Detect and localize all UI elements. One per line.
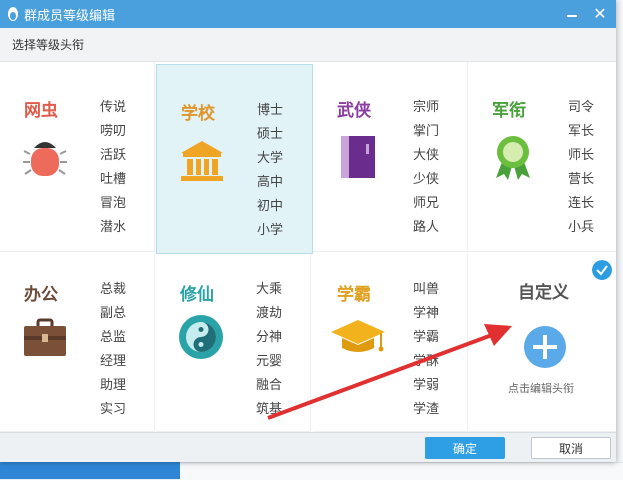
level-item: 学霸 bbox=[413, 330, 440, 345]
level-item: 高中 bbox=[257, 175, 284, 190]
title-set-card-xuexiao[interactable]: 学校 博士 硕士 大学 高中 初中 小学 bbox=[156, 64, 313, 254]
level-item: 冒泡 bbox=[100, 196, 127, 211]
level-item: 总监 bbox=[100, 330, 127, 345]
level-item: 司令 bbox=[568, 100, 595, 115]
close-button[interactable]: ✕ bbox=[588, 2, 612, 26]
window-title: 群成员等级编辑 bbox=[24, 9, 116, 24]
level-list: 叫兽 学神 学霸 学酥 学弱 学渣 bbox=[413, 278, 439, 422]
level-item: 潜水 bbox=[100, 220, 127, 235]
level-item: 师兄 bbox=[413, 196, 440, 211]
level-item: 小学 bbox=[257, 223, 284, 238]
background-blue-strip bbox=[0, 462, 180, 479]
custom-hint-text: 点击编辑头衔 bbox=[508, 382, 574, 395]
title-set-name: 修仙 bbox=[180, 285, 214, 305]
title-set-name: 军衔 bbox=[492, 101, 526, 121]
level-item: 学渣 bbox=[413, 402, 440, 417]
briefcase-icon bbox=[24, 318, 66, 356]
level-list: 传说 唠叨 活跃 吐槽 冒泡 潜水 bbox=[100, 96, 126, 240]
section-label: 选择等级头衔 bbox=[12, 38, 85, 52]
level-item: 军长 bbox=[568, 124, 595, 139]
title-bar: 群成员等级编辑 ✕ bbox=[0, 0, 616, 28]
level-item: 助理 bbox=[100, 378, 127, 393]
level-item: 营长 bbox=[568, 172, 595, 187]
title-set-card-wangchong[interactable]: 网虫 传说 唠叨 活跃 吐槽 冒泡 潜水 bbox=[0, 62, 155, 252]
level-item: 大侠 bbox=[413, 148, 440, 163]
custom-title-label: 自定义 bbox=[518, 283, 569, 303]
level-item: 分神 bbox=[256, 330, 283, 345]
level-item: 元婴 bbox=[256, 354, 283, 369]
level-item: 小兵 bbox=[568, 220, 595, 235]
medal-icon bbox=[496, 136, 530, 180]
level-item: 总裁 bbox=[100, 282, 127, 297]
bug-icon bbox=[23, 142, 67, 176]
plus-icon[interactable] bbox=[524, 326, 566, 368]
level-item: 叫兽 bbox=[413, 282, 440, 297]
level-item: 硕士 bbox=[257, 127, 284, 142]
title-set-card-junxian[interactable]: 军衔 司令 军长 师长 营长 连长 小兵 bbox=[468, 62, 616, 252]
minimize-icon bbox=[567, 15, 577, 17]
level-edit-dialog: 群成员等级编辑 ✕ 选择等级头衔 网虫 传说 唠叨 活跃 吐槽 冒泡 潜水 学校… bbox=[0, 0, 616, 462]
level-item: 路人 bbox=[413, 220, 440, 235]
close-icon: ✕ bbox=[593, 4, 607, 23]
level-item: 活跃 bbox=[100, 148, 127, 163]
level-item: 连长 bbox=[568, 196, 595, 211]
level-list: 博士 硕士 大学 高中 初中 小学 bbox=[257, 99, 283, 243]
level-item: 学神 bbox=[413, 306, 440, 321]
level-item: 吐槽 bbox=[100, 172, 127, 187]
level-item: 唠叨 bbox=[100, 124, 127, 139]
yin-yang-icon bbox=[179, 315, 223, 359]
title-set-grid: 网虫 传说 唠叨 活跃 吐槽 冒泡 潜水 学校 博士 硕士 大学 高中 初中 小… bbox=[0, 62, 616, 432]
title-set-card-bangong[interactable]: 办公 总裁 副总 总监 经理 助理 实习 bbox=[0, 254, 155, 432]
level-item: 传说 bbox=[100, 100, 127, 115]
custom-title-card[interactable]: 自定义 点击编辑头衔 bbox=[468, 254, 616, 432]
title-set-card-wuxia[interactable]: 武侠 宗师 掌门 大侠 少侠 师兄 路人 bbox=[313, 62, 468, 252]
level-list: 总裁 副总 总监 经理 助理 实习 bbox=[100, 278, 126, 422]
title-set-name: 办公 bbox=[24, 285, 58, 305]
level-item: 实习 bbox=[100, 402, 127, 417]
title-set-name: 武侠 bbox=[337, 101, 371, 121]
graduation-cap-icon bbox=[331, 320, 385, 352]
qq-penguin-icon bbox=[8, 7, 18, 21]
section-header: 选择等级头衔 bbox=[0, 28, 616, 62]
background-window-edge bbox=[616, 0, 623, 462]
level-item: 学弱 bbox=[413, 378, 440, 393]
level-item: 师长 bbox=[568, 148, 595, 163]
level-item: 初中 bbox=[257, 199, 284, 214]
level-list: 司令 军长 师长 营长 连长 小兵 bbox=[568, 96, 594, 240]
level-item: 融合 bbox=[256, 378, 283, 393]
level-item: 副总 bbox=[100, 306, 127, 321]
ok-button[interactable]: 确定 bbox=[425, 437, 505, 459]
level-item: 大学 bbox=[257, 151, 284, 166]
level-item: 掌门 bbox=[413, 124, 440, 139]
level-list: 宗师 掌门 大侠 少侠 师兄 路人 bbox=[413, 96, 439, 240]
background-window-strip bbox=[180, 462, 623, 480]
dialog-footer: 确定 取消 bbox=[0, 432, 616, 462]
selected-check-icon bbox=[592, 260, 612, 280]
minimize-button[interactable] bbox=[560, 2, 584, 26]
level-item: 宗师 bbox=[413, 100, 440, 115]
title-set-card-xiuxian[interactable]: 修仙 大乘 渡劫 分神 元婴 融合 筑基 bbox=[156, 254, 311, 432]
title-set-name: 学校 bbox=[181, 104, 215, 124]
level-item: 学酥 bbox=[413, 354, 440, 369]
level-item: 经理 bbox=[100, 354, 127, 369]
book-icon bbox=[341, 136, 375, 178]
title-set-card-xueba[interactable]: 学霸 叫兽 学神 学霸 学酥 学弱 学渣 bbox=[313, 254, 468, 432]
level-item: 少侠 bbox=[413, 172, 440, 187]
level-item: 渡劫 bbox=[256, 306, 283, 321]
level-item: 大乘 bbox=[256, 282, 283, 297]
title-set-name: 网虫 bbox=[24, 101, 58, 121]
level-item: 博士 bbox=[257, 103, 284, 118]
cancel-button[interactable]: 取消 bbox=[531, 437, 611, 459]
title-set-name: 学霸 bbox=[337, 285, 371, 305]
level-item: 筑基 bbox=[256, 402, 283, 417]
school-building-icon bbox=[181, 141, 223, 181]
level-list: 大乘 渡劫 分神 元婴 融合 筑基 bbox=[256, 278, 282, 422]
